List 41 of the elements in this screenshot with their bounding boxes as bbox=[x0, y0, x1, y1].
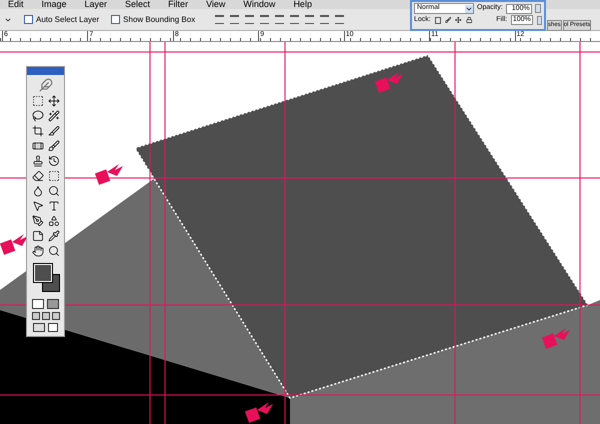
menu-item[interactable]: Filter bbox=[168, 0, 188, 9]
menu-item[interactable]: Image bbox=[42, 0, 67, 9]
hand-marker-icon bbox=[542, 328, 570, 349]
marquee-icon[interactable] bbox=[32, 95, 44, 107]
pen-icon[interactable] bbox=[32, 215, 44, 227]
brush-icon[interactable] bbox=[444, 16, 452, 24]
crop-icon[interactable] bbox=[32, 125, 44, 137]
history-brush-icon[interactable] bbox=[48, 155, 60, 167]
lock-icon[interactable] bbox=[466, 16, 472, 24]
menu-item[interactable]: Edit bbox=[8, 0, 24, 9]
brush-icon[interactable] bbox=[48, 140, 60, 152]
menu-item[interactable]: Help bbox=[293, 0, 312, 9]
stamp-icon[interactable] bbox=[32, 155, 44, 167]
note-icon[interactable] bbox=[32, 230, 44, 242]
shape-icon[interactable] bbox=[48, 215, 60, 227]
toolbox-title-bar bbox=[27, 67, 64, 75]
drop-icon[interactable] bbox=[32, 185, 44, 197]
magic-wand-icon[interactable] bbox=[48, 110, 60, 122]
menu-item[interactable]: View bbox=[206, 0, 226, 9]
menu-item[interactable]: Window bbox=[243, 0, 276, 9]
move-icon[interactable] bbox=[48, 95, 60, 107]
eyedropper-icon[interactable] bbox=[48, 230, 60, 242]
checkbox[interactable]: Show Bounding Box bbox=[111, 14, 196, 26]
pointer-icon[interactable] bbox=[32, 200, 44, 212]
feather-icon bbox=[38, 78, 52, 92]
lasso-icon[interactable] bbox=[32, 110, 44, 122]
menu-item[interactable]: Layer bbox=[84, 0, 108, 9]
move-icon[interactable] bbox=[455, 16, 462, 24]
type-icon[interactable] bbox=[48, 200, 60, 212]
hand-icon[interactable] bbox=[32, 245, 44, 257]
zoom-icon[interactable] bbox=[48, 245, 60, 257]
color-swatches-drawing[interactable] bbox=[32, 264, 60, 292]
bandage-icon[interactable] bbox=[32, 140, 44, 152]
hand-marker-icon bbox=[244, 402, 273, 423]
hand-marker-icon bbox=[0, 234, 28, 255]
eraser-icon[interactable] bbox=[32, 170, 44, 182]
checkbox[interactable]: Auto Select Layer bbox=[24, 14, 100, 26]
hand-marker-icon bbox=[374, 72, 403, 93]
menu-item[interactable]: Select bbox=[125, 0, 150, 9]
caret-icon bbox=[465, 4, 473, 12]
slice-icon[interactable] bbox=[48, 125, 60, 137]
